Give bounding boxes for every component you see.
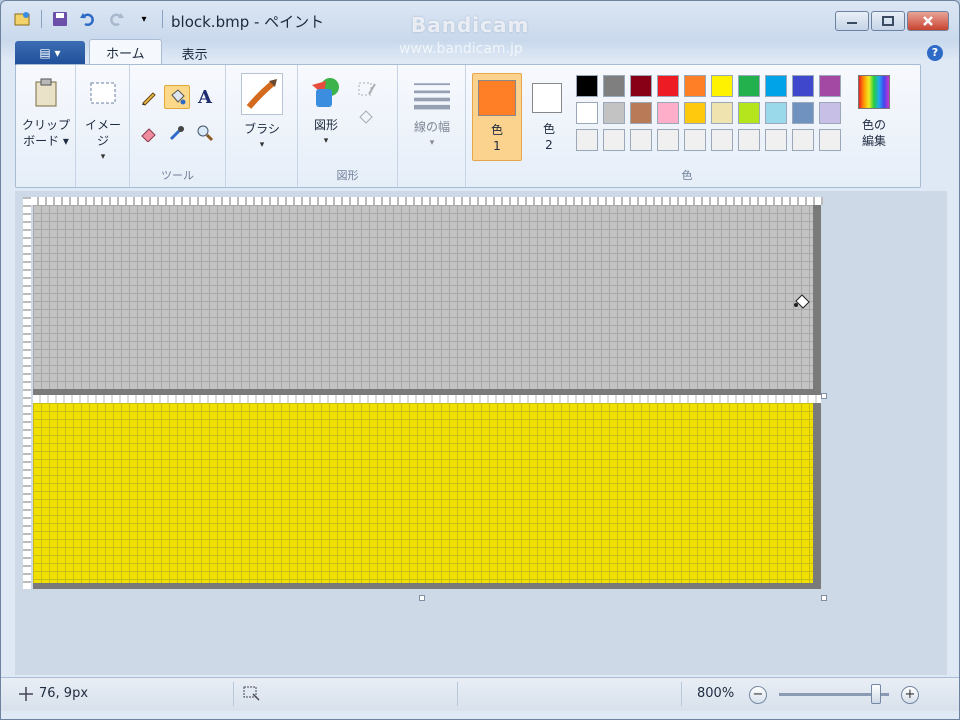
close-button[interactable] (907, 11, 949, 31)
canvas-top-edge (23, 197, 823, 205)
stroke-size-arrow: ▾ (429, 138, 435, 148)
crosshair-icon (19, 686, 33, 701)
paint-app-icon[interactable] (13, 9, 33, 29)
ribbon: クリップ ボード ▾ イメージ ▾ A ツール ブラシ ▾ 図形 ▾ 図形 線の… (15, 64, 921, 188)
canvas-left-edge (23, 197, 31, 589)
help-icon[interactable]: ? (927, 45, 943, 61)
clipboard-icon (28, 75, 64, 111)
white-separator-row (33, 395, 821, 403)
ribbon-tabs: ▤ ▾ ホーム 表示 (15, 39, 224, 65)
minimize-button[interactable] (835, 11, 869, 31)
fill-cursor-icon (793, 293, 811, 311)
resize-handle-corner[interactable] (821, 595, 827, 601)
magnifier-icon[interactable] (192, 121, 218, 145)
image-group: イメージ ▾ (76, 65, 130, 187)
stroke-size-label: 線の幅 (413, 120, 450, 134)
status-bar: 76, 9px 800% − + (1, 677, 959, 711)
minimize-icon (847, 22, 857, 24)
paint-menu-button[interactable]: ▤ ▾ (15, 41, 85, 65)
eraser-icon[interactable] (136, 121, 162, 145)
selection-size-icon (243, 686, 260, 701)
image-button[interactable]: イメージ ▾ (80, 75, 126, 165)
stroke-group: 線の幅 ▾ (398, 65, 466, 187)
resize-handle-bottom[interactable] (419, 595, 425, 601)
brush-button[interactable]: ブラシ ▾ (234, 73, 290, 153)
zoom-in-button[interactable]: + (901, 686, 919, 704)
status-separator (457, 682, 458, 706)
paint-window: ▾ block.bmp - ペイント Bandicam www.bandicam… (0, 0, 960, 720)
shapes-icon (308, 75, 344, 111)
qat-separator (41, 10, 42, 28)
clipboard-label-2: ボード ▾ (23, 134, 69, 148)
yellow-block-shadow-right (813, 403, 821, 589)
maximize-icon (882, 16, 894, 26)
resize-handle-right[interactable] (821, 393, 827, 399)
gray-block[interactable] (33, 205, 813, 389)
title-bar: ▾ block.bmp - ペイント Bandicam www.bandicam… (1, 1, 959, 57)
clipboard-group: クリップ ボード ▾ (16, 65, 76, 187)
cursor-position-text: 76, 9px (39, 686, 89, 701)
colors-group: 色 (472, 65, 902, 187)
close-icon (923, 16, 933, 26)
canvas[interactable] (23, 197, 823, 589)
qat-separator (162, 10, 163, 28)
save-icon[interactable] (50, 9, 70, 29)
brush-dropdown-arrow: ▾ (259, 140, 265, 150)
undo-icon[interactable] (78, 9, 98, 29)
tools-group-label: ツール (161, 169, 194, 182)
customize-qat-arrow-icon[interactable]: ▾ (134, 9, 154, 29)
brush-label: ブラシ (244, 122, 280, 136)
zoom-level: 800% (697, 686, 735, 701)
selection-size (243, 686, 261, 702)
clipboard-label-1: クリップ (22, 118, 71, 132)
brush-group: ブラシ ▾ (226, 65, 298, 187)
watermark-brand: Bandicam (411, 13, 530, 37)
shapes-label: 図形 (313, 118, 338, 132)
yellow-block-shadow-bottom (33, 583, 821, 589)
stroke-size-icon (414, 77, 450, 113)
zoom-out-button[interactable]: − (749, 686, 767, 704)
window-title: block.bmp - ペイント (171, 13, 325, 31)
stroke-size-button[interactable]: 線の幅 ▾ (404, 77, 460, 151)
shapes-group-label: 図形 (336, 169, 359, 182)
colors-group-label: 色 (681, 169, 693, 182)
shapes-group: 図形 ▾ 図形 (298, 65, 398, 187)
tools-group: A ツール (130, 65, 226, 187)
fill-bucket-icon[interactable] (164, 85, 190, 109)
image-label: イメージ (84, 118, 121, 148)
cursor-position: 76, 9px (19, 686, 88, 701)
text-tool-icon[interactable]: A (192, 85, 218, 109)
maximize-button[interactable] (871, 11, 905, 31)
pencil-icon[interactable] (136, 85, 162, 109)
zoom-slider-thumb[interactable] (871, 684, 881, 704)
shapes-button[interactable]: 図形 ▾ (306, 75, 346, 149)
select-rectangle-icon (85, 75, 121, 111)
image-dropdown-arrow: ▾ (100, 152, 106, 162)
watermark-url: www.bandicam.jp (399, 41, 523, 57)
tab-view[interactable]: 表示 (166, 41, 224, 65)
status-separator (681, 682, 682, 706)
status-separator (233, 682, 234, 706)
clipboard-button[interactable]: クリップ ボード ▾ (22, 75, 70, 149)
brush-icon (241, 73, 283, 115)
canvas-workspace (15, 191, 947, 675)
redo-icon[interactable] (106, 9, 126, 29)
window-controls (835, 11, 949, 31)
yellow-block[interactable] (33, 403, 813, 583)
shapes-dropdown-arrow: ▾ (323, 136, 329, 146)
tab-home[interactable]: ホーム (89, 39, 162, 65)
quick-access-toolbar: ▾ (13, 9, 163, 29)
fill-icon[interactable] (354, 105, 380, 129)
gray-block-shadow-right (813, 205, 821, 395)
outline-icon[interactable] (354, 77, 380, 101)
color-picker-icon[interactable] (164, 121, 190, 145)
